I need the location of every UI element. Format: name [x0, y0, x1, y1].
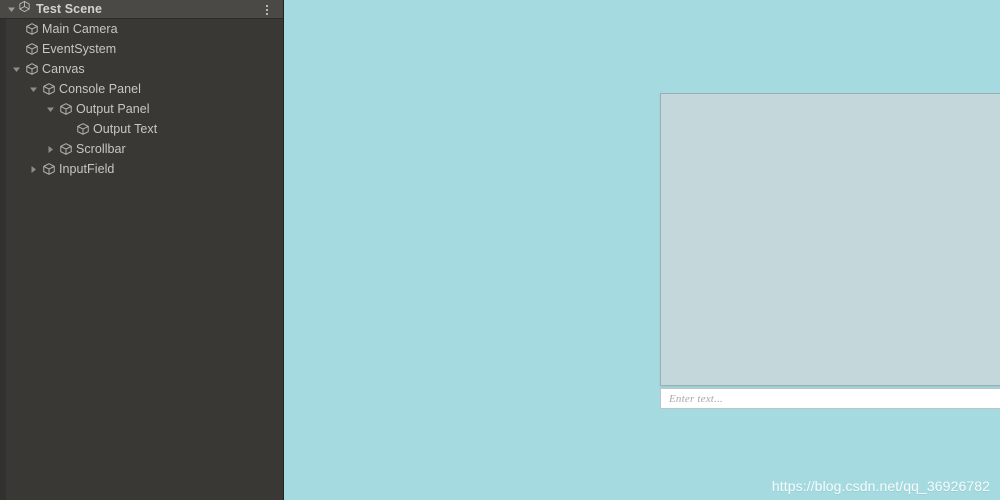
foldout-expanded-icon[interactable] [44, 99, 57, 119]
hierarchy-right-edge [283, 0, 284, 500]
hierarchy-item-label: Canvas [42, 62, 85, 76]
hierarchy-item-label: Scrollbar [76, 142, 126, 156]
kebab-dot [266, 8, 268, 11]
hierarchy-scene-header[interactable]: Test Scene [0, 0, 284, 19]
scene-foldout-arrow-icon[interactable] [5, 5, 18, 14]
gameobject-cube-icon [40, 159, 57, 179]
console-panel: Enter text... [660, 93, 1000, 411]
output-text [669, 100, 1000, 379]
foldout-expanded-icon[interactable] [10, 59, 23, 79]
foldout-spacer [10, 39, 23, 59]
kebab-menu-icon[interactable] [260, 0, 274, 19]
game-view: Enter text... https://blog.csdn.net/qq_3… [284, 0, 1000, 500]
watermark: https://blog.csdn.net/qq_36926782 [771, 478, 990, 494]
hierarchy-item-canvas[interactable]: Canvas [0, 59, 284, 79]
gameobject-cube-icon [23, 59, 40, 79]
input-field[interactable]: Enter text... [660, 388, 1000, 409]
gameobject-cube-icon [40, 79, 57, 99]
hierarchy-item-inputfield[interactable]: InputField [0, 159, 284, 179]
hierarchy-tree: Main Camera EventSystem Canvas Console Pane… [0, 19, 284, 179]
hierarchy-item-eventsystem[interactable]: EventSystem [0, 39, 284, 59]
foldout-expanded-icon[interactable] [27, 79, 40, 99]
unity-scene-icon [18, 0, 31, 18]
unity-editor-screenshot: Enter text... https://blog.csdn.net/qq_3… [0, 0, 1000, 500]
hierarchy-item-output-panel[interactable]: Output Panel [0, 99, 284, 119]
kebab-dot [266, 4, 268, 7]
hierarchy-item-label: EventSystem [42, 42, 117, 56]
gameobject-cube-icon [74, 119, 91, 139]
hierarchy-item-label: Main Camera [42, 22, 118, 36]
gameobject-cube-icon [57, 139, 74, 159]
gameobject-cube-icon [57, 99, 74, 119]
foldout-spacer [10, 19, 23, 39]
gameobject-cube-icon [23, 39, 40, 59]
scene-title: Test Scene [36, 2, 103, 16]
hierarchy-item-main-camera[interactable]: Main Camera [0, 19, 284, 39]
hierarchy-panel: Test Scene Main Camera EventSystem Canvas C… [0, 0, 284, 500]
hierarchy-item-label: Console Panel [59, 82, 141, 96]
foldout-collapsed-icon[interactable] [27, 159, 40, 179]
hierarchy-item-label: Output Panel [76, 102, 150, 116]
hierarchy-item-label: Output Text [93, 122, 158, 136]
hierarchy-item-label: InputField [59, 162, 115, 176]
foldout-spacer [61, 119, 74, 139]
output-panel[interactable] [660, 93, 1000, 386]
gameobject-cube-icon [23, 19, 40, 39]
hierarchy-item-console-panel[interactable]: Console Panel [0, 79, 284, 99]
foldout-collapsed-icon[interactable] [44, 139, 57, 159]
hierarchy-item-scrollbar[interactable]: Scrollbar [0, 139, 284, 159]
hierarchy-item-output-text[interactable]: Output Text [0, 119, 284, 139]
kebab-dot [266, 12, 268, 15]
input-placeholder: Enter text... [669, 392, 723, 405]
